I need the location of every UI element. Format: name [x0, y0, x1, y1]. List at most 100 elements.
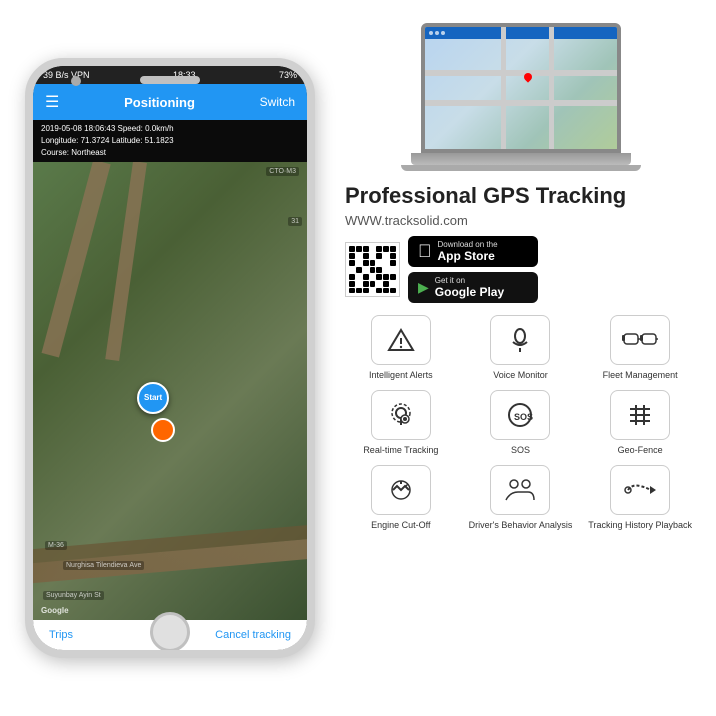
qr-c21 [390, 260, 396, 266]
map-background: Start CTO·M3 31 M-36 Nurghisa Tilendievа… [33, 162, 307, 620]
feature-icon-6 [371, 465, 431, 515]
qr-c20 [383, 260, 389, 266]
laptop-screen-inner [425, 27, 617, 149]
qr-c22 [349, 267, 355, 273]
phone-screen: 39 B/s VPN 18:33 73% ☰ Positioning Switc… [33, 66, 307, 650]
qr-c32 [370, 274, 376, 280]
laptop-dot-2 [435, 31, 439, 35]
feature-icon-2 [610, 315, 670, 365]
qr-c30 [356, 274, 362, 280]
phone-wrap: 39 B/s VPN 18:33 73% ☰ Positioning Switc… [10, 23, 330, 693]
qr-c43 [349, 288, 355, 294]
feature-label-7: Driver's Behavior Analysis [469, 520, 573, 532]
feature-label-1: Voice Monitor [493, 370, 548, 382]
laptop-road-h2 [425, 100, 617, 106]
qr-c4 [370, 246, 376, 252]
qr-code [345, 242, 400, 297]
cancel-tracking-button[interactable]: Cancel tracking [215, 629, 291, 641]
feature-label-6: Engine Cut-Off [371, 520, 430, 532]
googleplay-badge[interactable]: ▶ Get it on Google Play [408, 272, 538, 303]
feature-icon-0 [371, 315, 431, 365]
map-label-1: CTO·M3 [266, 167, 299, 176]
qr-c10 [363, 253, 369, 259]
feature-label-8: Tracking History Playback [588, 520, 692, 532]
google-logo: Google [41, 606, 69, 615]
qr-c9 [356, 253, 362, 259]
map-label-m36: M-36 [45, 541, 67, 550]
qr-c46 [370, 288, 376, 294]
qr-c19 [376, 260, 382, 266]
map-area[interactable]: Start CTO·M3 31 M-36 Nurghisa Tilendievа… [33, 162, 307, 620]
start-marker: Start [137, 382, 169, 414]
nav-switch-button[interactable]: Switch [260, 95, 295, 109]
orange-marker [151, 418, 175, 442]
qr-c5 [376, 246, 382, 252]
qr-c1 [349, 246, 355, 252]
nav-menu-icon[interactable]: ☰ [45, 92, 59, 112]
feature-icon-8 [610, 465, 670, 515]
gps-line3: Course: Northeast [41, 147, 299, 159]
feature-item-3: Real-time Tracking [345, 390, 457, 457]
qr-c45 [363, 288, 369, 294]
apple-icon:  [418, 241, 432, 262]
qr-c37 [356, 281, 362, 287]
feature-item-1: Voice Monitor [465, 315, 577, 382]
phone-home-button[interactable] [150, 612, 190, 652]
trips-button[interactable]: Trips [49, 629, 73, 641]
qr-c47 [376, 288, 382, 294]
qr-c17 [363, 260, 369, 266]
gps-info: 2019-05-08 18:06:43 Speed: 0.0km/h Longi… [33, 120, 307, 162]
qr-c27 [383, 267, 389, 273]
qr-c28 [390, 267, 396, 273]
feature-icon-4: SOS [490, 390, 550, 440]
qr-c12 [376, 253, 382, 259]
googleplay-text: Get it on Google Play [435, 276, 504, 299]
map-road-1 [42, 162, 111, 358]
appstore-text: Download on the App Store [438, 240, 498, 263]
qr-c33 [376, 274, 382, 280]
feature-icon-7 [490, 465, 550, 515]
googleplay-small-text: Get it on [435, 276, 504, 285]
map-label-nurghisa: Nurghisa Tilendievа Ave [63, 561, 144, 570]
feature-item-4: SOS SOS [465, 390, 577, 457]
feature-label-5: Geo-Fence [618, 445, 663, 457]
appstore-badge[interactable]:  Download on the App Store [408, 236, 538, 267]
laptop-wrap [345, 23, 696, 171]
map-label-2: 31 [288, 217, 302, 226]
feature-item-8: Tracking History Playback [584, 465, 696, 532]
main-container: 39 B/s VPN 18:33 73% ☰ Positioning Switc… [0, 0, 716, 716]
nav-title: Positioning [124, 95, 195, 110]
qr-c13 [383, 253, 389, 259]
qr-c31 [363, 274, 369, 280]
laptop-screen [421, 23, 621, 153]
gps-line1: 2019-05-08 18:06:43 Speed: 0.0km/h [41, 123, 299, 135]
qr-c26 [376, 267, 382, 273]
nav-bar: ☰ Positioning Switch [33, 84, 307, 120]
qr-c29 [349, 274, 355, 280]
qr-c7 [390, 246, 396, 252]
feature-label-3: Real-time Tracking [363, 445, 438, 457]
phone-camera [71, 76, 81, 86]
qr-c40 [376, 281, 382, 287]
feature-item-5: Geo-Fence [584, 390, 696, 457]
qr-c44 [356, 288, 362, 294]
feature-item-6: Engine Cut-Off [345, 465, 457, 532]
feature-icon-3 [371, 390, 431, 440]
qr-c48 [383, 288, 389, 294]
feature-item-0: Intelligent Alerts [345, 315, 457, 382]
qr-c35 [390, 274, 396, 280]
qr-c3 [363, 246, 369, 252]
laptop-road-v1 [501, 27, 506, 149]
laptop-dot-1 [429, 31, 433, 35]
store-badges:  Download on the App Store ▶ Get it on … [345, 236, 696, 303]
googleplay-name-text: Google Play [435, 285, 504, 299]
appstore-small-text: Download on the [438, 240, 498, 249]
badge-buttons:  Download on the App Store ▶ Get it on … [408, 236, 538, 303]
qr-c41 [383, 281, 389, 287]
laptop-road-v2 [549, 27, 554, 149]
feature-icon-1 [490, 315, 550, 365]
laptop-base [411, 153, 631, 165]
qr-c42 [390, 281, 396, 287]
laptop-foot [401, 165, 641, 171]
qr-c16 [356, 260, 362, 266]
